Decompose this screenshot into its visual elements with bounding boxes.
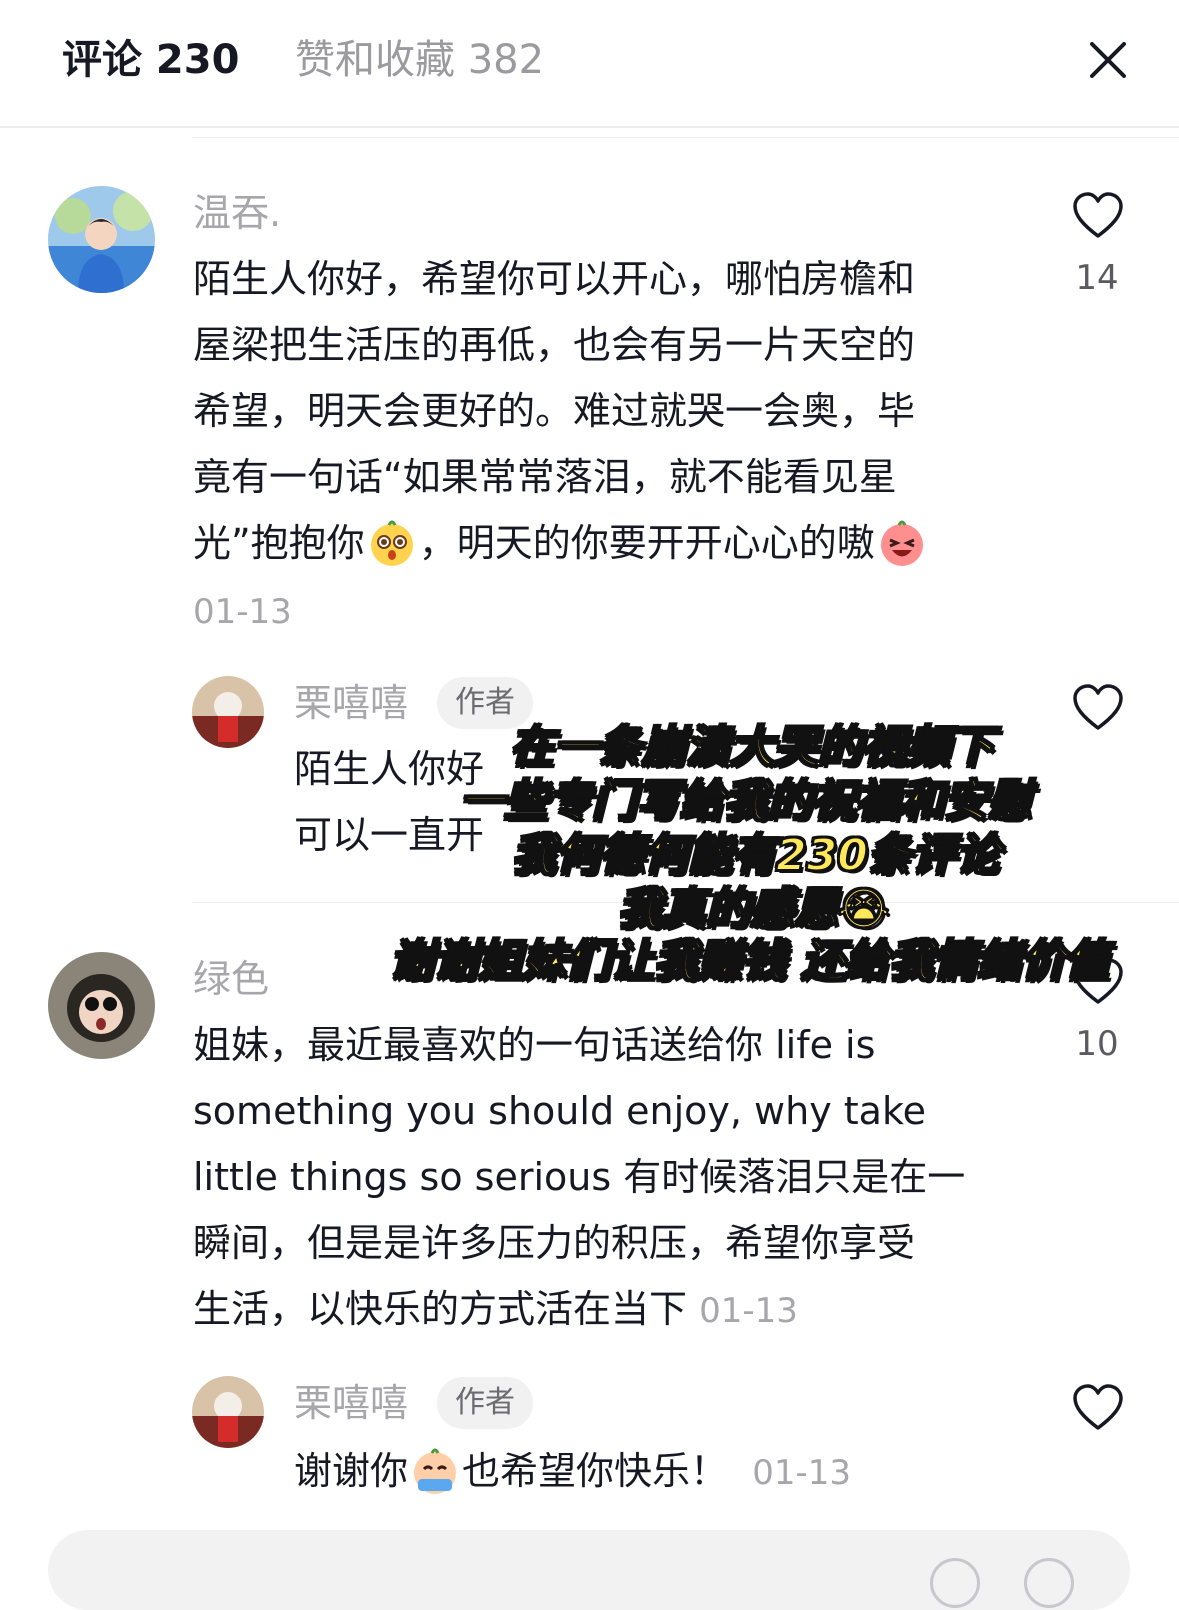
caption-line: 我真的感恩😭: [617, 883, 890, 936]
comment-text-line: something you should enjoy, why take: [193, 1089, 927, 1133]
reply-text-line: 也希望你快乐！: [462, 1449, 729, 1493]
reply-text-line: 陌生人你好: [294, 747, 485, 791]
reply-text: 陌生人你好 可以一直开: [294, 736, 484, 868]
comment-date: 01-13: [193, 592, 292, 632]
comment-text-line: 瞬间，但是是许多压力的积压，希望你享受: [193, 1221, 916, 1265]
tab-likes-favorites[interactable]: 赞和收藏 382: [295, 34, 544, 86]
caption-line: 在一条崩溃大哭的视频下: [509, 721, 995, 774]
comment-text-line: 生活，以快乐的方式活在当下: [193, 1287, 688, 1331]
like-count: 10: [1075, 1024, 1119, 1064]
reply-text-line: 可以一直开: [294, 813, 485, 857]
reply-text-line: 谢谢你: [294, 1449, 409, 1493]
comment-text-line: 希望，明天会更好的。难过就哭一会奥，毕: [193, 389, 916, 433]
comment-text-line: 陌生人你好，希望你可以开心，哪怕房檐和: [193, 257, 916, 301]
heart-outline-icon[interactable]: [1072, 684, 1124, 732]
close-icon[interactable]: [1084, 36, 1132, 84]
divider: [192, 902, 1179, 903]
tab-comments[interactable]: 评论 230: [62, 34, 239, 86]
comment-text-line: 光”抱抱你: [193, 521, 365, 565]
comment-text-line: ，明天的你要开开心心的嗷: [418, 521, 875, 565]
comment-text-line: 屋梁把生活压的再低，也会有另一片天空的: [193, 323, 916, 367]
comment-text-line: 姐妹，最近最喜欢的一句话送给你 life is: [193, 1023, 876, 1067]
avatar[interactable]: [192, 1376, 264, 1448]
caption-line: 谢谢姐妹们让我赚钱 还给我情绪价值: [389, 935, 1110, 988]
comments-header: 评论 230 赞和收藏 382: [0, 0, 1179, 128]
heart-outline-icon[interactable]: [1072, 958, 1124, 1006]
emoji-icon[interactable]: [1024, 1558, 1074, 1608]
comment-text: 陌生人你好，希望你可以开心，哪怕房檐和 屋梁把生活压的再低，也会有另一片天空的 …: [193, 246, 929, 576]
avatar[interactable]: [192, 676, 264, 748]
reply-username[interactable]: 栗嘻嘻: [294, 1378, 408, 1428]
reply-username[interactable]: 栗嘻嘻: [294, 678, 408, 728]
comment-text-line: 竟有一句话“如果常常落泪，就不能看见星: [193, 455, 897, 499]
caption-line: 一些专门写给我的祝福和安慰: [459, 775, 1033, 828]
avatar[interactable]: [48, 952, 155, 1059]
comment-username[interactable]: 绿色: [193, 954, 269, 1004]
laughing-face-emoji-icon: [877, 517, 927, 567]
comment-text-line: little things so serious 有时候落泪只是在一: [193, 1155, 966, 1199]
comment-date: 01-13: [699, 1291, 798, 1331]
caption-line: 我何德何能有230条评论: [511, 829, 1001, 882]
author-badge: 作者: [437, 677, 533, 729]
comment-text: 姐妹，最近最喜欢的一句话送给你 life is something you sh…: [193, 1012, 965, 1342]
avatar[interactable]: [48, 186, 155, 293]
like-count: 14: [1075, 258, 1119, 298]
reply-date: 01-13: [752, 1453, 851, 1493]
heart-outline-icon[interactable]: [1072, 192, 1124, 240]
divider: [192, 137, 1179, 138]
heart-outline-icon[interactable]: [1072, 1384, 1124, 1432]
surprised-face-emoji-icon: [367, 517, 417, 567]
crying-face-emoji-icon: [410, 1445, 460, 1495]
at-mention-icon[interactable]: [930, 1558, 980, 1608]
author-badge: 作者: [437, 1377, 533, 1429]
reply-text: 谢谢你 也希望你快乐！ 01-13: [294, 1438, 851, 1504]
comment-username[interactable]: 温吞.: [193, 188, 281, 238]
